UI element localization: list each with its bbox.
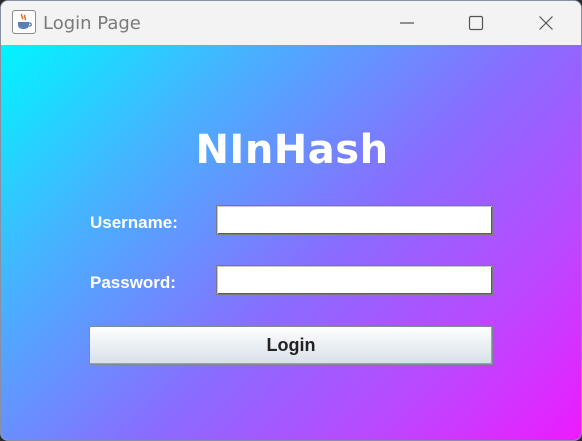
close-icon	[539, 16, 553, 30]
login-window: Login Page NInHash Username: Password: L…	[0, 0, 582, 441]
login-button[interactable]: Login	[89, 326, 493, 365]
title-bar[interactable]: Login Page	[1, 1, 581, 45]
maximize-icon	[468, 15, 484, 31]
login-panel: NInHash Username: Password: Login	[1, 45, 581, 440]
password-label: Password:	[90, 273, 176, 292]
maximize-button[interactable]	[441, 1, 511, 45]
minimize-button[interactable]	[372, 1, 442, 45]
username-input[interactable]	[216, 205, 493, 235]
close-button[interactable]	[511, 1, 581, 45]
java-cup-icon	[12, 10, 36, 34]
password-input[interactable]	[216, 265, 493, 295]
minimize-icon	[400, 22, 414, 24]
window-title: Login Page	[43, 13, 141, 34]
username-label: Username:	[90, 213, 178, 232]
app-heading: NInHash	[195, 127, 389, 173]
